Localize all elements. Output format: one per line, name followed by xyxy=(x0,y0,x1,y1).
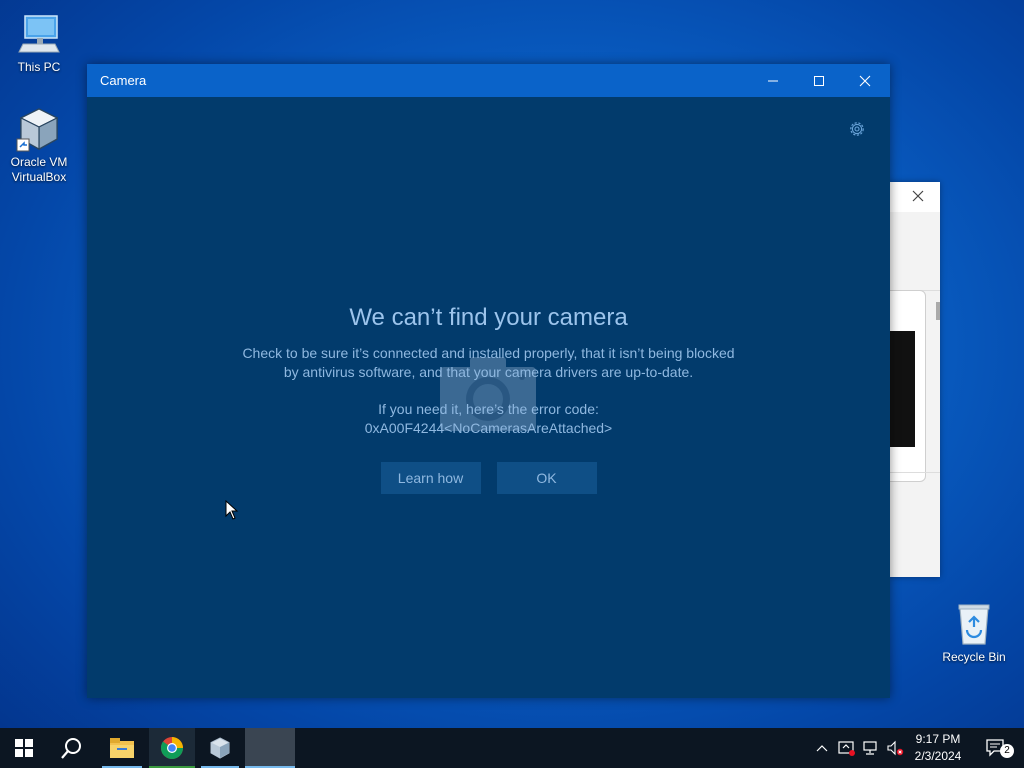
computer-icon xyxy=(15,10,63,58)
divider xyxy=(888,472,940,473)
volume-muted-icon xyxy=(887,740,904,756)
settings-gear-icon[interactable] xyxy=(848,120,866,138)
error-heading: We can’t find your camera xyxy=(349,304,628,331)
error-message-line1: Check to be sure it’s connected and inst… xyxy=(242,345,735,361)
error-message-line2: by antivirus software, and that your cam… xyxy=(283,364,694,380)
taskbar-chrome[interactable] xyxy=(149,728,195,768)
camera-window: Camera We can’t find your camera Check t… xyxy=(87,64,890,698)
desktop-icon-virtualbox[interactable]: Oracle VM VirtualBox xyxy=(5,105,73,185)
taskbar-virtualbox[interactable] xyxy=(197,728,243,768)
tray-security[interactable] xyxy=(836,728,858,768)
show-hidden-icons-button[interactable] xyxy=(812,728,832,768)
network-icon xyxy=(863,741,877,755)
error-code: 0xA00F4244<NoCamerasAreAttached> xyxy=(364,420,613,436)
error-code-intro: If you need it, here’s the error code: xyxy=(378,401,599,417)
virtualbox-icon xyxy=(210,737,230,759)
tray-network[interactable] xyxy=(860,728,882,768)
virtualbox-icon xyxy=(15,105,63,153)
background-window[interactable] xyxy=(888,182,940,577)
search-button[interactable] xyxy=(48,728,96,768)
desktop-icon-recycle-bin[interactable]: Recycle Bin xyxy=(940,600,1008,665)
desktop-icon-this-pc[interactable]: This PC xyxy=(5,10,73,75)
minimize-button[interactable] xyxy=(750,64,796,97)
windows-logo-icon xyxy=(15,739,33,757)
action-center-button[interactable]: 2 xyxy=(978,728,1014,768)
tray-volume[interactable] xyxy=(884,728,906,768)
desktop-icon-label: Recycle Bin xyxy=(942,650,1006,664)
clock-date: 2/3/2024 xyxy=(914,749,962,763)
taskbar-clock[interactable]: 9:17 PM 2/3/2024 xyxy=(906,731,970,765)
mouse-cursor-icon xyxy=(225,500,239,520)
learn-how-button[interactable]: Learn how xyxy=(380,462,481,494)
camera-window-titlebar[interactable]: Camera xyxy=(87,64,890,97)
scrollbar-thumb[interactable] xyxy=(936,302,940,320)
taskbar: 9:17 PM 2/3/2024 2 xyxy=(0,728,1024,768)
preview-image xyxy=(889,331,915,447)
preview-panel xyxy=(888,290,926,482)
recycle-bin-icon xyxy=(950,600,998,648)
start-button[interactable] xyxy=(0,728,48,768)
desktop-icon-label: Oracle VM VirtualBox xyxy=(10,155,68,184)
search-icon xyxy=(61,738,81,759)
window-title: Camera xyxy=(100,73,147,88)
notification-count-badge: 2 xyxy=(1000,744,1014,758)
minimize-icon xyxy=(768,80,778,81)
chevron-up-icon xyxy=(816,745,828,752)
maximize-button[interactable] xyxy=(796,64,842,97)
error-message-area: We can’t find your camera Check to be su… xyxy=(87,304,890,494)
taskbar-camera-app[interactable] xyxy=(245,728,295,768)
background-window-titlebar xyxy=(888,182,940,212)
ok-button[interactable]: OK xyxy=(496,462,597,494)
chrome-icon xyxy=(160,737,183,759)
security-alert-icon xyxy=(838,741,855,756)
close-button[interactable] xyxy=(842,64,888,97)
maximize-icon xyxy=(814,75,824,86)
desktop-icon-label: This PC xyxy=(17,60,61,74)
clock-time: 9:17 PM xyxy=(915,732,961,746)
close-icon xyxy=(859,75,871,86)
file-explorer-icon xyxy=(110,738,134,758)
close-icon[interactable] xyxy=(910,188,926,204)
taskbar-file-explorer[interactable] xyxy=(98,728,146,768)
